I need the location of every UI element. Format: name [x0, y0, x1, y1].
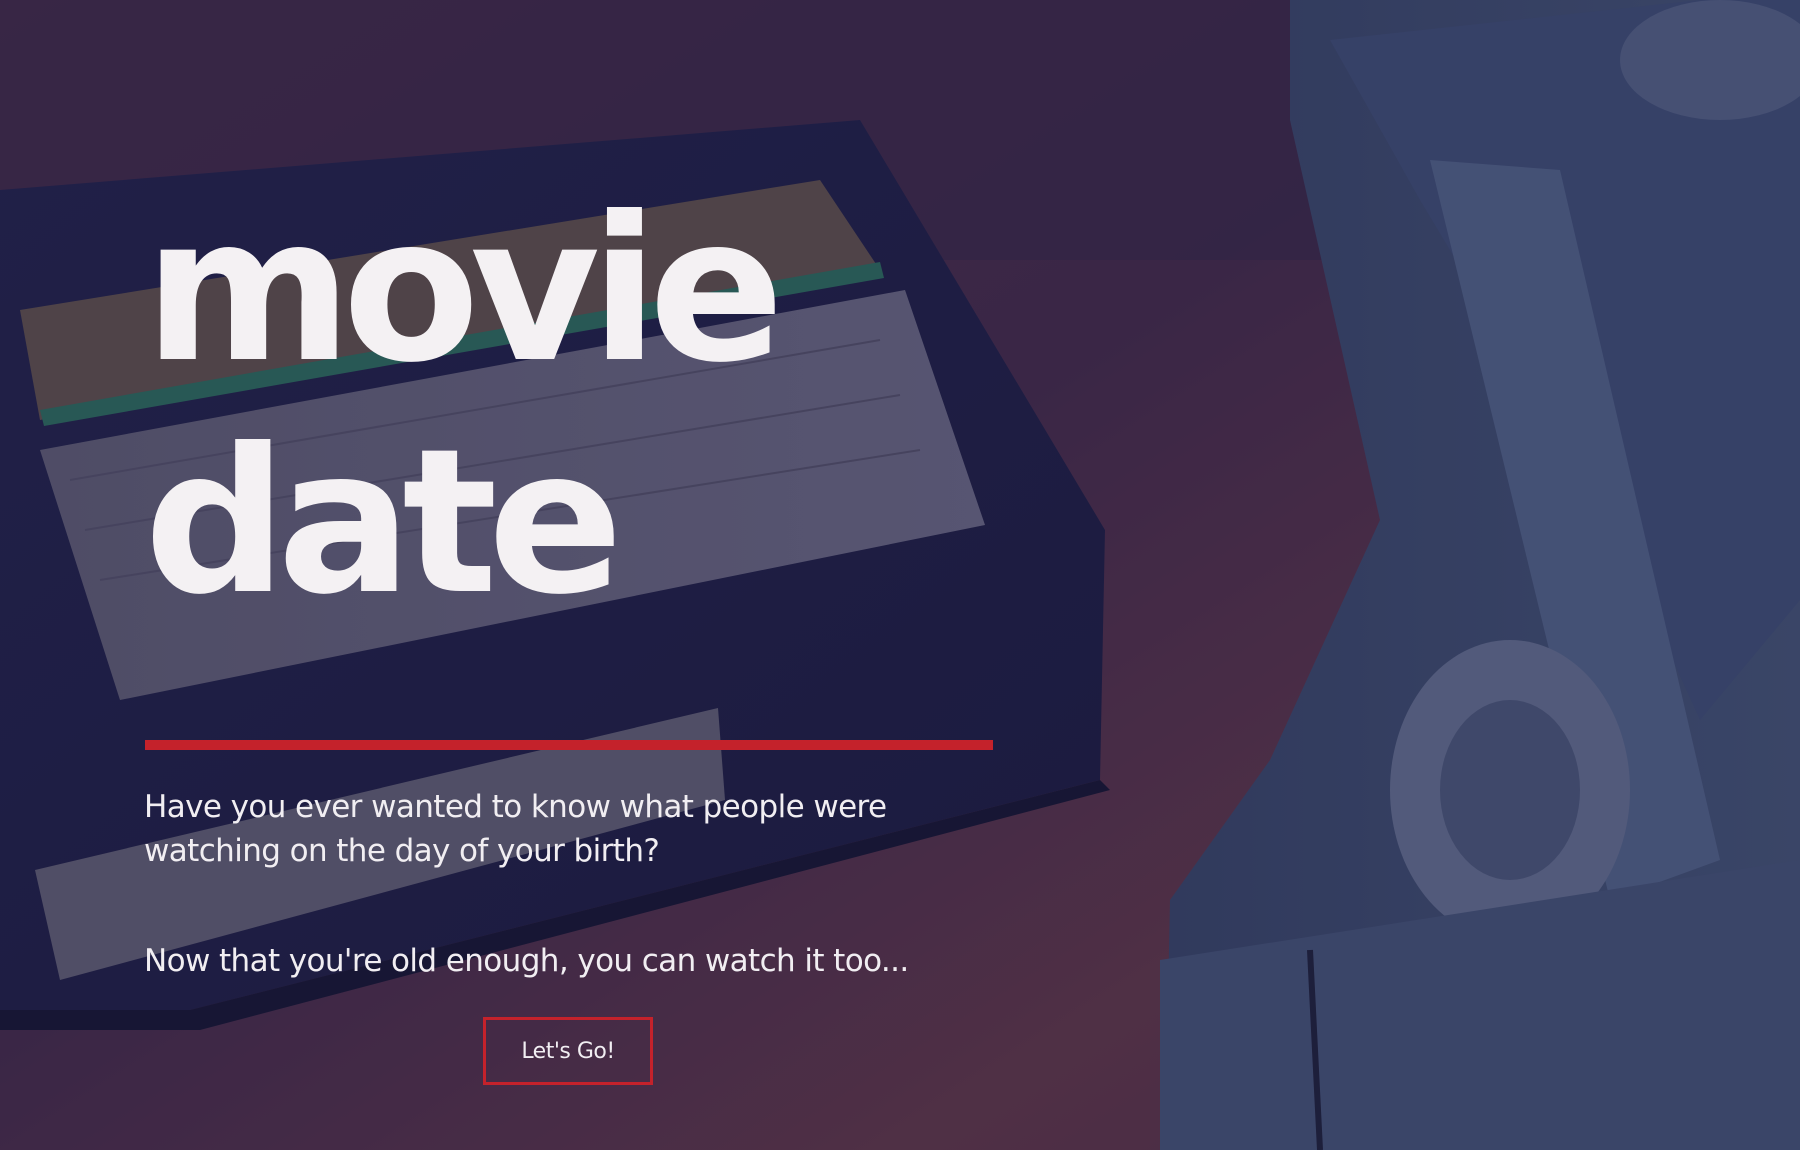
accent-divider	[145, 740, 993, 750]
title-line-1: movie	[144, 174, 784, 407]
lets-go-button[interactable]: Let's Go!	[483, 1017, 653, 1085]
hero-title-block: movie date	[144, 175, 1044, 639]
subline-text: Now that you're old enough, you can watc…	[144, 943, 909, 979]
title-line-2: date	[144, 406, 623, 639]
tagline-text: Have you ever wanted to know what people…	[144, 789, 887, 869]
page-title: movie date	[144, 175, 1044, 639]
